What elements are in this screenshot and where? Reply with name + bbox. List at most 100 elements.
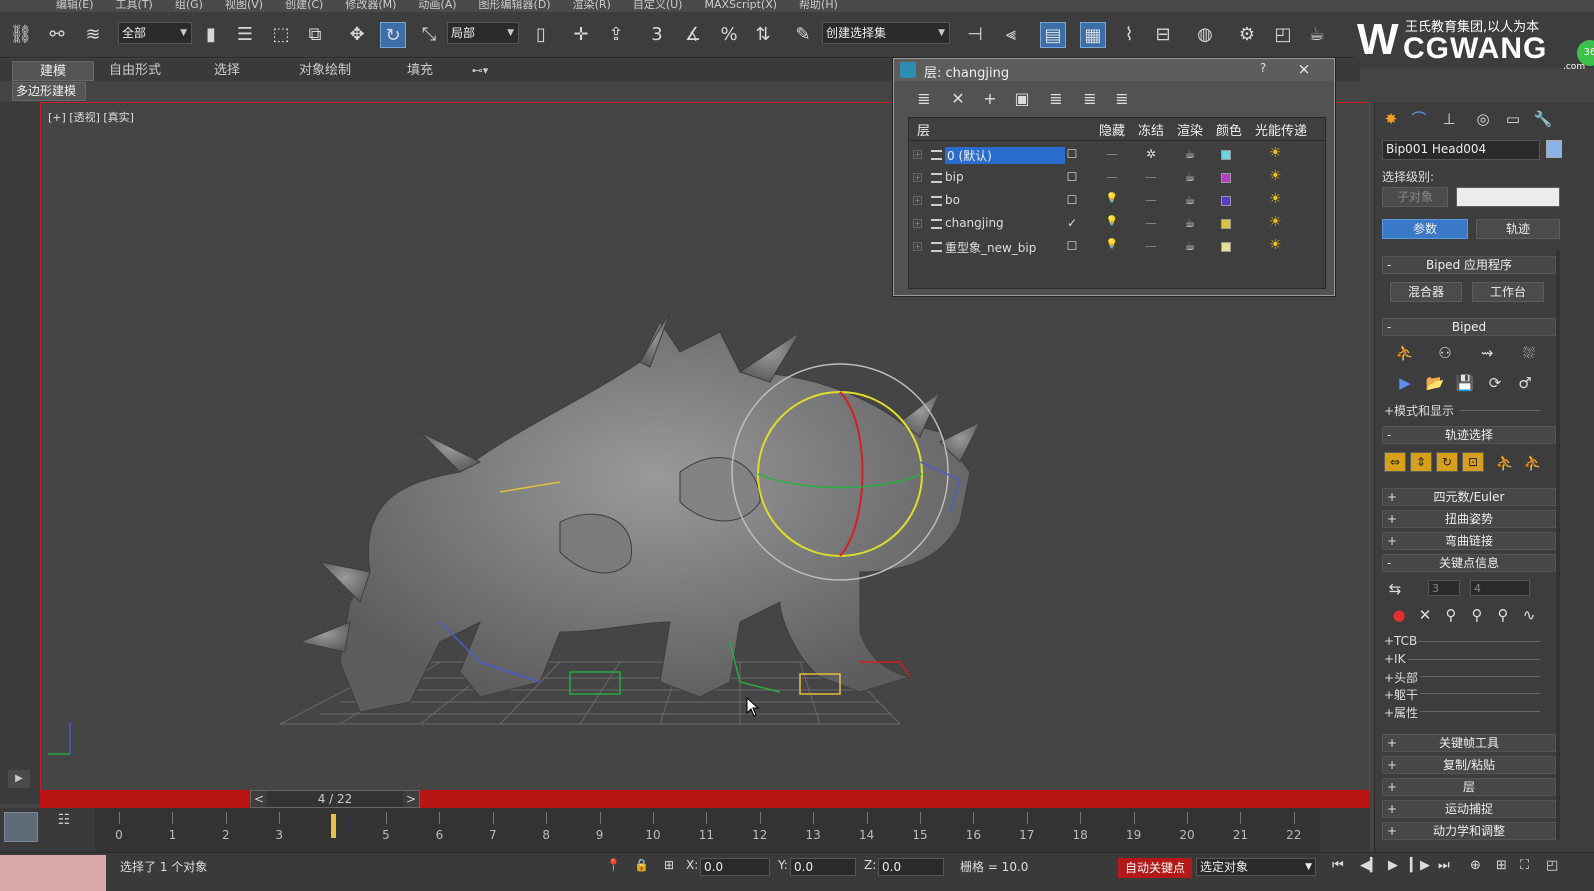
highlight-layer-icon[interactable]: ≣ xyxy=(1044,89,1068,111)
tab-selection[interactable]: 选择 xyxy=(190,61,264,81)
set-key-icon[interactable]: ● xyxy=(1388,604,1410,626)
select-by-name-icon[interactable]: ☰ xyxy=(232,22,258,48)
hide-checkbox[interactable]: ☐ xyxy=(1063,239,1081,253)
trajectories-button[interactable]: 轨迹 xyxy=(1476,219,1560,239)
angle-snap-icon[interactable]: ∡ xyxy=(680,22,706,48)
freeze-toggle[interactable]: — xyxy=(1103,147,1121,161)
hide-checkbox[interactable]: ☐ xyxy=(1063,147,1081,161)
command-panel-scrollbar[interactable] xyxy=(1556,250,1560,840)
radiosity-sun-icon[interactable]: ☀ xyxy=(1269,168,1282,184)
next-key-icon[interactable]: ▎▶ xyxy=(1410,858,1430,873)
menu-rendering[interactable]: 渲染(R) xyxy=(573,0,633,12)
edit-named-selection-icon[interactable]: ✎ xyxy=(790,22,816,48)
expand-icon[interactable]: + xyxy=(913,219,922,228)
freeze-toggle[interactable]: 💡 xyxy=(1103,193,1121,204)
column-radiosity[interactable]: 光能传递 xyxy=(1255,120,1307,139)
tab-object-paint[interactable]: 对象绘制 xyxy=(282,61,368,81)
close-button[interactable]: × xyxy=(1296,60,1312,78)
save-file-icon[interactable]: 💾 xyxy=(1454,372,1476,394)
layers-rollout[interactable]: + 层 xyxy=(1382,778,1556,796)
freeze-state[interactable]: — xyxy=(1142,216,1160,230)
delete-key-icon[interactable]: ✕ xyxy=(1414,604,1436,626)
render-teapot-icon[interactable]: ☕ xyxy=(1181,193,1199,207)
sub-object-button[interactable]: 子对象 xyxy=(1382,187,1448,207)
set-sliding-key-icon[interactable]: ⚲ xyxy=(1466,604,1488,626)
named-selection-select[interactable]: 创建选择集 ▼ xyxy=(822,22,950,44)
align-icon[interactable]: ⫷ xyxy=(998,22,1024,48)
y-field[interactable]: 0.0 xyxy=(790,858,856,876)
ribbon-options-icon[interactable]: ⊷▾ xyxy=(464,61,496,81)
render-teapot-icon[interactable]: ☕ xyxy=(1181,170,1199,184)
layer-name[interactable]: 重型象_new_bip xyxy=(945,239,1036,256)
hide-checkbox[interactable]: ☐ xyxy=(1063,193,1081,207)
opposite-icon[interactable]: ⛹ xyxy=(1522,452,1544,474)
freeze-all-icon[interactable]: ≣ xyxy=(1110,89,1134,111)
body-vertical-icon[interactable]: ⇕ xyxy=(1410,452,1432,472)
menu-tools[interactable]: 工具(T) xyxy=(116,0,175,12)
body-rollout[interactable]: +躯干 xyxy=(1384,686,1418,703)
menu-animation[interactable]: 动画(A) xyxy=(418,0,478,12)
footstep-mode-icon[interactable]: ⚇ xyxy=(1434,342,1456,364)
layer-name[interactable]: bip xyxy=(945,170,964,184)
bind-spacewarp-icon[interactable]: ≋ xyxy=(80,22,106,48)
freeze-state[interactable]: — xyxy=(1142,170,1160,184)
material-editor-icon[interactable]: ◍ xyxy=(1192,22,1218,48)
freeze-state[interactable]: ✲ xyxy=(1142,147,1160,161)
radiosity-sun-icon[interactable]: ☀ xyxy=(1269,214,1282,230)
expand-icon[interactable]: + xyxy=(913,150,922,159)
biped-playback-icon[interactable]: ▶ xyxy=(1394,372,1416,394)
scene-explorer-icon[interactable]: ▦ xyxy=(1080,22,1106,48)
tcb-rollout[interactable]: +TCB xyxy=(1384,634,1417,648)
motion-flow-icon[interactable]: ⇝ xyxy=(1476,342,1498,364)
time-slider[interactable]: < 4 / 22 > xyxy=(250,790,420,808)
next-frame-button[interactable]: > xyxy=(403,791,419,807)
menu-graph-editors[interactable]: 图形编辑器(D) xyxy=(479,0,573,12)
menu-create[interactable]: 创建(C) xyxy=(285,0,345,12)
layer-row[interactable]: + bo ☐ 💡 — ☕ ☀ xyxy=(909,190,1325,213)
render-frame-icon[interactable]: ◰ xyxy=(1270,22,1296,48)
prev-frame-button[interactable]: < xyxy=(251,791,267,807)
create-layer-icon[interactable]: ≣ xyxy=(912,89,936,111)
trajectory-icon[interactable]: ∿ xyxy=(1518,604,1540,626)
rect-selection-icon[interactable]: ⬚ xyxy=(268,22,294,48)
tab-populate[interactable]: 填充 xyxy=(384,61,456,81)
layer-name[interactable]: bo xyxy=(945,193,960,207)
layer-color-swatch[interactable] xyxy=(1221,173,1231,183)
freeze-state[interactable]: — xyxy=(1142,239,1160,253)
key-filter-select[interactable]: 选定对象 ▼ xyxy=(1196,858,1316,876)
menu-modifiers[interactable]: 修改器(M) xyxy=(345,0,418,12)
key-time-field[interactable]: 4 xyxy=(1470,580,1530,596)
delete-layer-icon[interactable]: ✕ xyxy=(946,89,970,111)
rotate-icon[interactable]: ↻ xyxy=(380,22,406,48)
maxscript-listener[interactable] xyxy=(0,855,106,891)
menu-edit[interactable]: 编辑(E) xyxy=(0,0,116,12)
ik-rollout[interactable]: +IK xyxy=(1384,652,1405,666)
selection-filter-select[interactable]: 全部 ▼ xyxy=(118,22,192,44)
play-viewport-icon[interactable]: ▶ xyxy=(8,770,30,788)
radiosity-sun-icon[interactable]: ☀ xyxy=(1269,145,1282,161)
create-tab-icon[interactable]: ✸ xyxy=(1380,108,1402,130)
track-bar-menu-icon[interactable]: ☷ xyxy=(52,812,76,832)
zoom-all-icon[interactable]: ⊞ xyxy=(1496,858,1507,873)
key-info-rollout[interactable]: - 关键点信息 xyxy=(1382,554,1556,572)
layer-name[interactable]: 0 (默认) xyxy=(945,147,1065,164)
tab-freeform[interactable]: 自由形式 xyxy=(96,61,174,81)
zoom-icon[interactable]: ⊕ xyxy=(1470,858,1481,873)
scale-icon[interactable]: ⤡ xyxy=(416,22,442,48)
dynamics-rollout[interactable]: + 动力学和调整 xyxy=(1382,822,1556,840)
object-color-swatch[interactable] xyxy=(1546,140,1562,158)
keyframing-tools-rollout[interactable]: + 关键帧工具 xyxy=(1382,734,1556,752)
auto-key-button[interactable]: 自动关键点 xyxy=(1118,858,1192,878)
track-selection-rollout[interactable]: - 轨迹选择 xyxy=(1382,426,1556,444)
render-teapot-icon[interactable]: ☕ xyxy=(1181,216,1199,230)
load-file-icon[interactable]: 📂 xyxy=(1424,372,1446,394)
quaternion-rollout[interactable]: + 四元数/Euler xyxy=(1382,488,1556,506)
z-field[interactable]: 0.0 xyxy=(878,858,944,876)
move-icon[interactable]: ✥ xyxy=(344,22,370,48)
layer-name[interactable]: changjing xyxy=(945,216,1004,230)
render-icon[interactable]: ☕ xyxy=(1304,22,1330,48)
spinner-snap-icon[interactable]: ⇅ xyxy=(750,22,776,48)
render-teapot-icon[interactable]: ☕ xyxy=(1181,239,1199,253)
motion-capture-rollout[interactable]: + 运动捕捉 xyxy=(1382,800,1556,818)
set-planted-key-icon[interactable]: ⚲ xyxy=(1440,604,1462,626)
